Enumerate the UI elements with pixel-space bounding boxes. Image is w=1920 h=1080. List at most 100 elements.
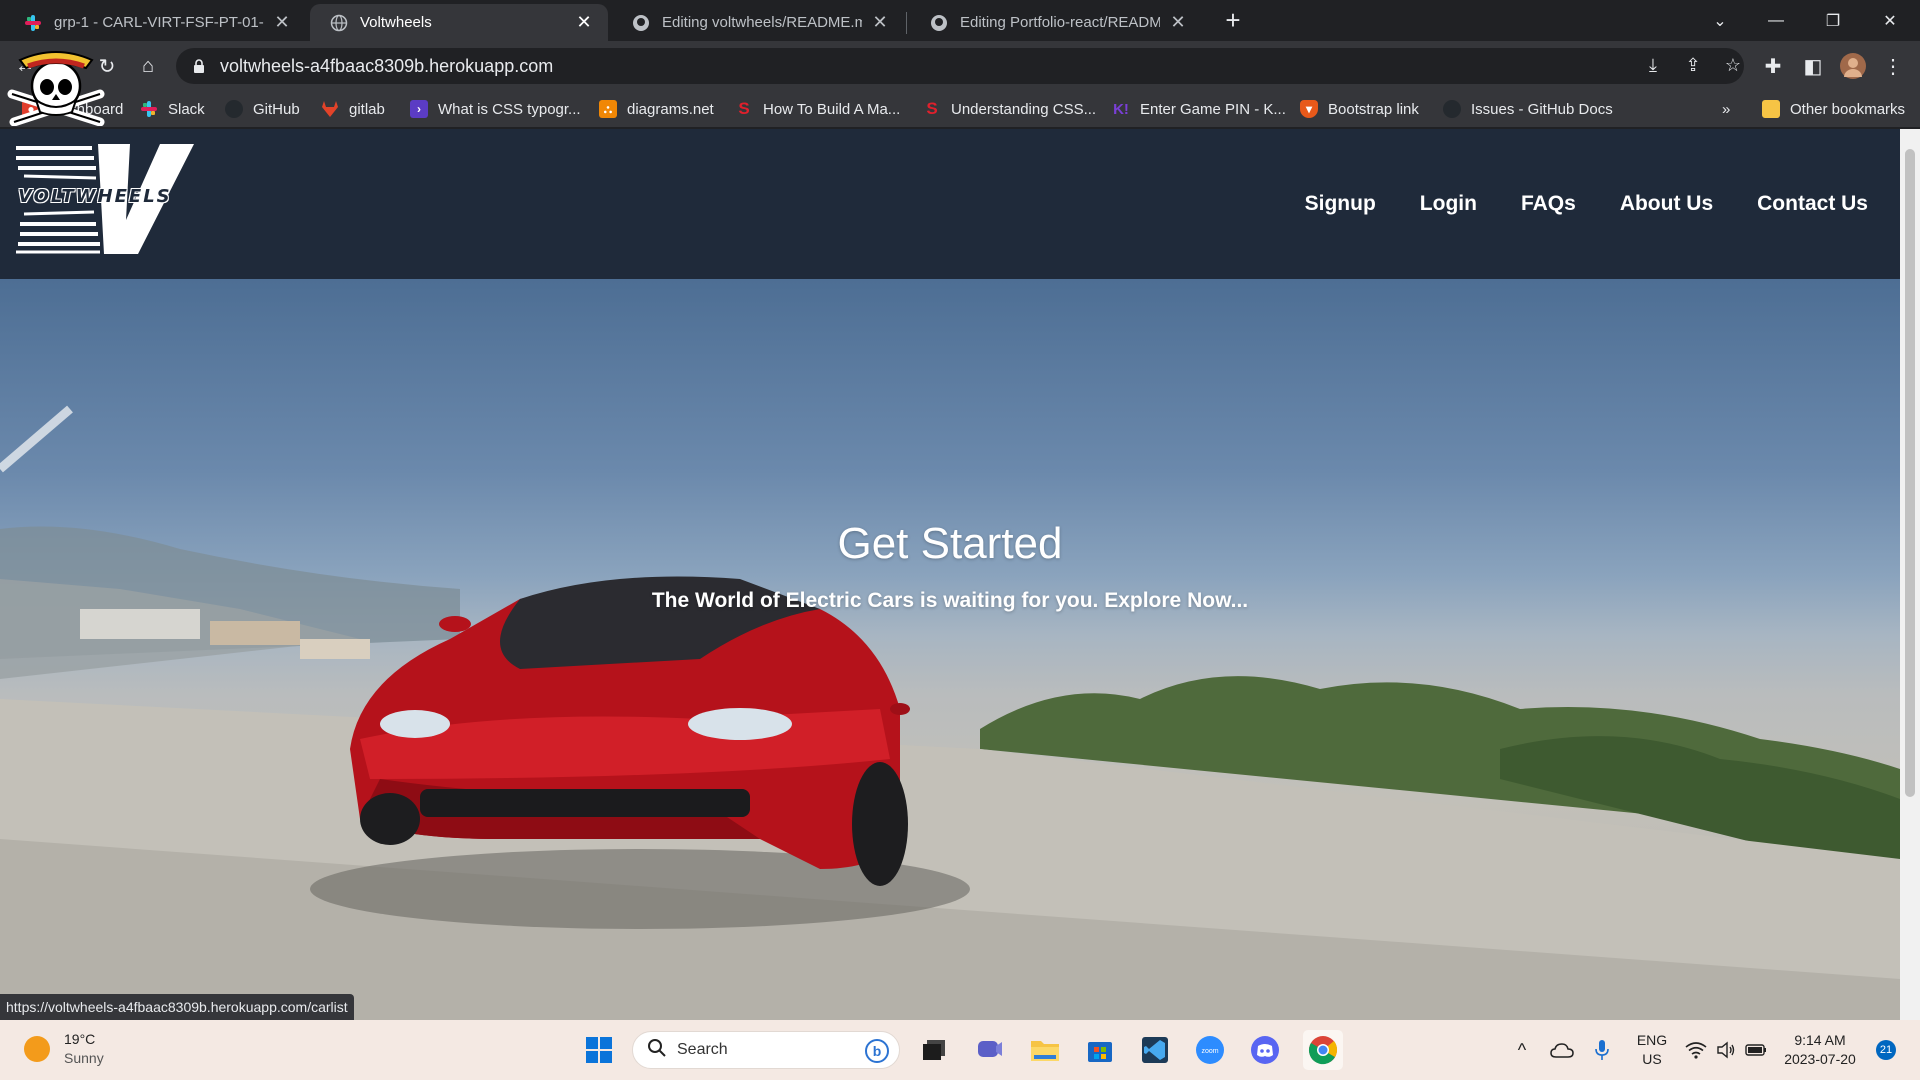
discord-icon[interactable] bbox=[1249, 1034, 1281, 1066]
scrollbar-thumb[interactable] bbox=[1905, 149, 1915, 797]
search-label: Search bbox=[677, 1041, 728, 1058]
gitlab-icon bbox=[321, 100, 339, 118]
voltwheels-logo[interactable]: VOLTWHEELS bbox=[14, 142, 198, 254]
github-icon bbox=[930, 14, 948, 32]
pirate-skull-icon bbox=[6, 40, 110, 127]
close-window-icon[interactable]: ✕ bbox=[1862, 0, 1918, 41]
bookmark-label: What is CSS typogr... bbox=[438, 100, 581, 118]
hero-section: Get Started The World of Electric Cars i… bbox=[0, 279, 1900, 1020]
bookmark-label: Other bookmarks bbox=[1790, 100, 1906, 118]
task-view-icon[interactable] bbox=[918, 1034, 950, 1066]
language-code: ENG bbox=[1636, 1032, 1668, 1048]
profile-avatar[interactable] bbox=[1838, 51, 1868, 81]
tray-overflow-chevron-icon[interactable]: ^ bbox=[1506, 1034, 1538, 1066]
globe-icon bbox=[330, 14, 348, 32]
taskbar-search[interactable]: Search b bbox=[632, 1031, 900, 1069]
bookmark-bootstrap[interactable]: ▾ Bootstrap link bbox=[1300, 98, 1419, 120]
bookmark-label: Issues - GitHub Docs bbox=[1471, 100, 1613, 118]
battery-icon[interactable] bbox=[1740, 1034, 1772, 1066]
site-header: VOLTWHEELS Signup Login FAQs About Us Co… bbox=[0, 129, 1900, 279]
bookmark-gitlab[interactable]: gitlab bbox=[321, 98, 385, 120]
bookmark-github-docs[interactable]: Issues - GitHub Docs bbox=[1443, 98, 1613, 120]
clock-date: 2023-07-20 bbox=[1784, 1051, 1856, 1067]
github-icon bbox=[1443, 100, 1461, 118]
minimize-icon[interactable]: — bbox=[1748, 0, 1804, 41]
install-app-icon[interactable]: ⤓ bbox=[1640, 55, 1666, 77]
zoom-icon[interactable]: zoom bbox=[1194, 1034, 1226, 1066]
bookmark-label: Bootstrap link bbox=[1328, 100, 1419, 118]
home-icon[interactable]: ⌂ bbox=[133, 51, 163, 81]
side-panel-icon[interactable]: ◧ bbox=[1798, 51, 1828, 81]
share-icon[interactable]: ⇪ bbox=[1680, 55, 1706, 77]
tab-title: Voltwheels bbox=[360, 14, 432, 31]
hero-title: Get Started bbox=[837, 519, 1063, 568]
bookmarks-overflow-chevron[interactable]: » bbox=[1722, 98, 1730, 120]
other-bookmarks[interactable]: Other bookmarks bbox=[1762, 98, 1905, 120]
tab-title: grp-1 - CARL-VIRT-FSF-PT-01-20 bbox=[54, 14, 264, 31]
clock-time: 9:14 AM bbox=[1794, 1032, 1846, 1048]
bookmark-slack[interactable]: Slack bbox=[140, 98, 205, 120]
notification-count-badge[interactable]: 21 bbox=[1876, 1040, 1896, 1060]
close-tab-icon[interactable]: ✕ bbox=[1168, 12, 1188, 33]
chrome-icon[interactable] bbox=[1303, 1030, 1343, 1070]
bookmark-github[interactable]: GitHub bbox=[225, 98, 300, 120]
logo-wordmark: VOLTWHEELS bbox=[18, 186, 172, 208]
nav-about-link[interactable]: About Us bbox=[1620, 192, 1713, 216]
volume-icon[interactable] bbox=[1710, 1034, 1742, 1066]
bookmark-label: Slack bbox=[168, 100, 205, 118]
weather-temperature: 19°C bbox=[64, 1031, 96, 1047]
bookmark-how-to-build[interactable]: S How To Build A Ma... bbox=[735, 98, 900, 120]
close-tab-icon[interactable]: ✕ bbox=[574, 12, 594, 33]
shield-icon: ▾ bbox=[1300, 100, 1318, 118]
bookmark-label: Enter Game PIN - K... bbox=[1140, 100, 1286, 118]
nav-contact-link[interactable]: Contact Us bbox=[1757, 192, 1868, 216]
extensions-puzzle-icon[interactable]: ✚ bbox=[1758, 51, 1788, 81]
wifi-icon[interactable] bbox=[1680, 1034, 1712, 1066]
more-menu-icon[interactable]: ⋮ bbox=[1878, 51, 1908, 81]
nav-faqs-link[interactable]: FAQs bbox=[1521, 192, 1576, 216]
tab-separator bbox=[906, 12, 907, 34]
restore-icon[interactable]: ❐ bbox=[1805, 0, 1861, 41]
github-icon bbox=[632, 14, 650, 32]
tab-github-readme[interactable]: Editing voltwheels/README.md a ✕ bbox=[612, 4, 904, 41]
onedrive-cloud-icon[interactable] bbox=[1546, 1034, 1578, 1066]
tab-title: Editing Portfolio-react/README.r bbox=[960, 14, 1160, 31]
vscode-icon[interactable] bbox=[1139, 1034, 1171, 1066]
github-icon bbox=[225, 100, 243, 118]
page-scrollbar[interactable] bbox=[1900, 129, 1920, 1020]
bookmark-label: GitHub bbox=[253, 100, 300, 118]
tab-portfolio-readme[interactable]: Editing Portfolio-react/README.r ✕ bbox=[910, 4, 1202, 41]
language-indicator[interactable]: ENG US bbox=[1634, 1031, 1670, 1069]
browser-window: grp-1 - CARL-VIRT-FSF-PT-01-20 ✕ Voltwhe… bbox=[0, 0, 1920, 1020]
bookmark-css-typography[interactable]: › What is CSS typogr... bbox=[410, 98, 581, 120]
clock[interactable]: 9:14 AM 2023-07-20 bbox=[1778, 1031, 1862, 1069]
bookmark-label: Understanding CSS... bbox=[951, 100, 1097, 118]
close-tab-icon[interactable]: ✕ bbox=[272, 12, 292, 33]
nav-signup-link[interactable]: Signup bbox=[1305, 192, 1376, 216]
file-explorer-icon[interactable] bbox=[1029, 1034, 1061, 1066]
sun-icon bbox=[24, 1036, 50, 1062]
close-tab-icon[interactable]: ✕ bbox=[870, 12, 890, 33]
weather-widget[interactable]: 19°C Sunny bbox=[24, 1030, 104, 1068]
tab-strip: grp-1 - CARL-VIRT-FSF-PT-01-20 ✕ Voltwhe… bbox=[0, 0, 1920, 41]
bookmark-diagrams[interactable]: ⛬ diagrams.net bbox=[599, 98, 714, 120]
teams-chat-icon[interactable] bbox=[974, 1034, 1006, 1066]
tab-voltwheels[interactable]: Voltwheels ✕ bbox=[310, 4, 608, 41]
weather-condition: Sunny bbox=[64, 1050, 104, 1066]
scribd-icon: S bbox=[738, 99, 750, 118]
windows-start-icon[interactable] bbox=[583, 1034, 615, 1066]
bookmark-star-icon[interactable]: ☆ bbox=[1720, 55, 1746, 77]
new-tab-plus-icon[interactable]: + bbox=[1218, 6, 1248, 36]
bookmark-understanding-css[interactable]: S Understanding CSS... bbox=[923, 98, 1096, 120]
link-status-url: https://voltwheels-a4fbaac8309b.herokuap… bbox=[0, 994, 354, 1020]
microphone-icon[interactable] bbox=[1586, 1034, 1618, 1066]
bookmark-kahoot[interactable]: K! Enter Game PIN - K... bbox=[1112, 98, 1286, 120]
tab-title: Editing voltwheels/README.md a bbox=[662, 14, 862, 31]
bing-icon[interactable]: b bbox=[865, 1039, 889, 1063]
address-bar[interactable]: voltwheels-a4fbaac8309b.herokuapp.com ⤓ … bbox=[176, 48, 1744, 84]
microsoft-store-icon[interactable] bbox=[1084, 1034, 1116, 1066]
tab-search-chevron-icon[interactable]: ⌄ bbox=[1692, 0, 1748, 41]
tab-slack[interactable]: grp-1 - CARL-VIRT-FSF-PT-01-20 ✕ bbox=[4, 4, 306, 41]
nav-login-link[interactable]: Login bbox=[1420, 192, 1477, 216]
browser-toolbar: ← ↻ ⌂ voltwheels-a4fbaac8309b.herokuapp.… bbox=[0, 41, 1920, 90]
